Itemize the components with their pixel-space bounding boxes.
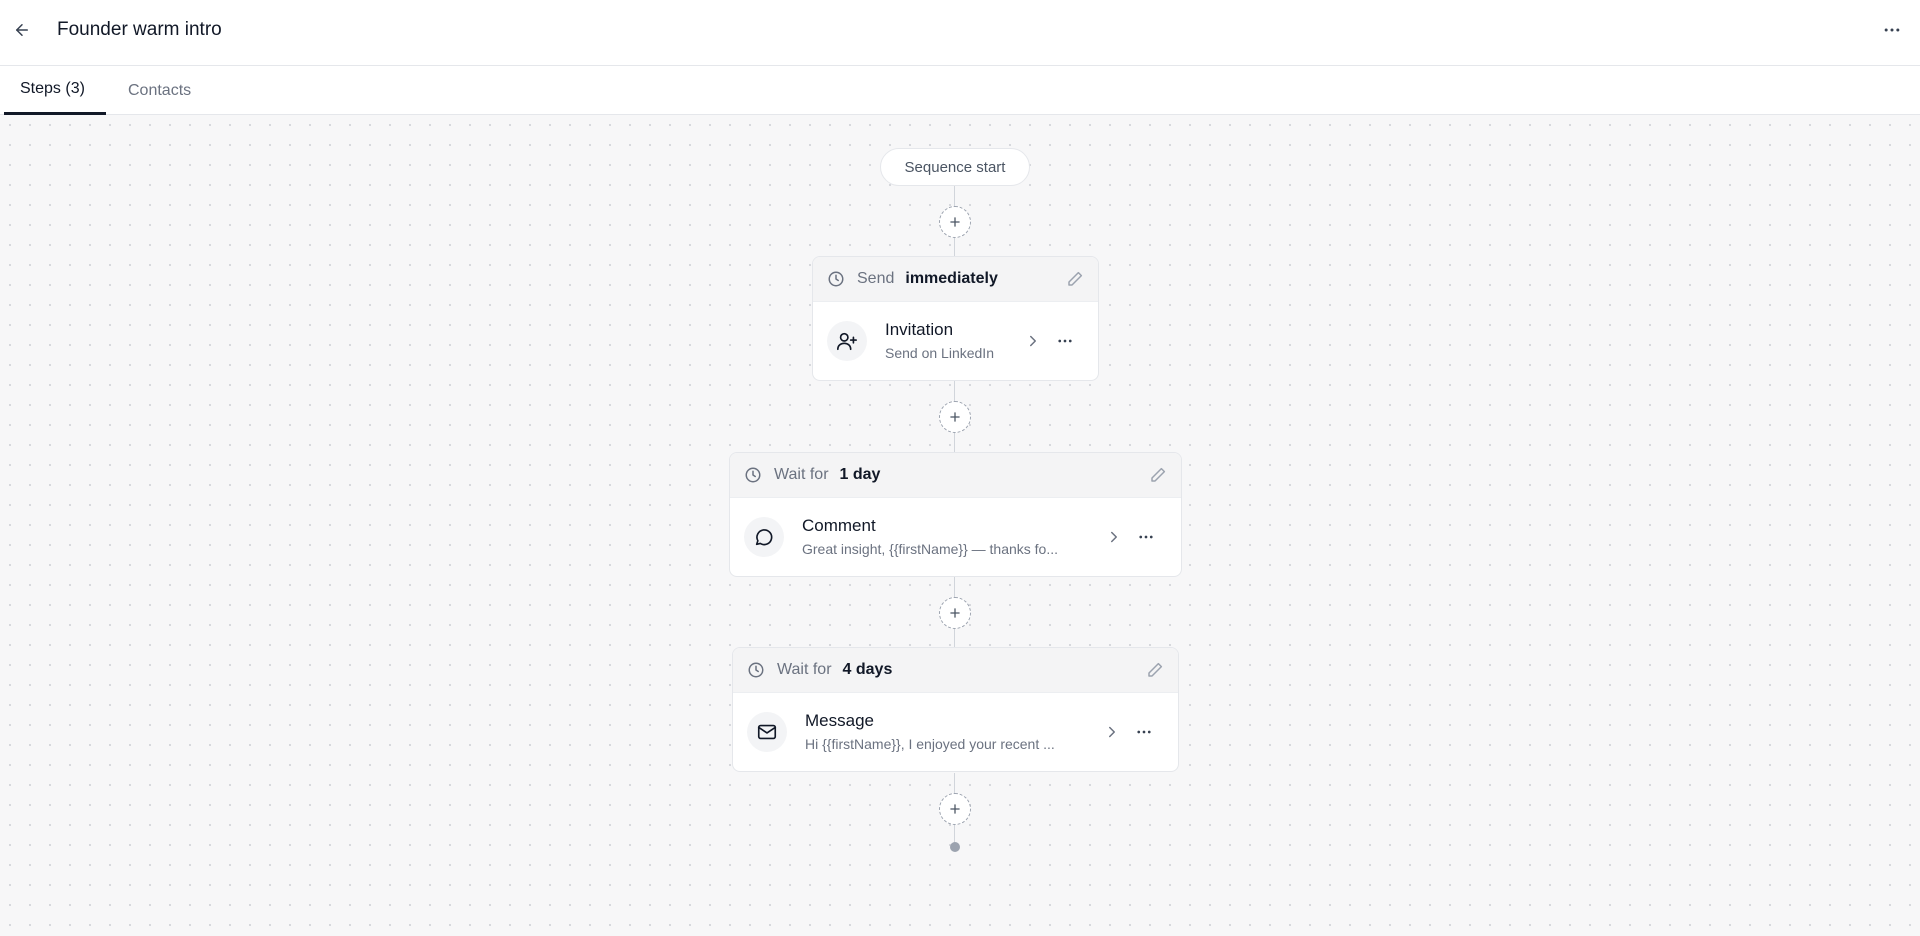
tab-contacts[interactable]: Contacts <box>112 66 207 115</box>
sequence-start-label: Sequence start <box>904 158 1006 176</box>
sequence-flow: Sequence start Send immediately Invitati… <box>0 115 1920 936</box>
pencil-icon <box>1151 467 1166 482</box>
timing-prefix: Send <box>857 270 895 287</box>
tab-contacts-label: Contacts <box>128 81 192 99</box>
back-button[interactable] <box>10 18 34 42</box>
more-horizontal-icon <box>1137 730 1151 734</box>
open-step-button[interactable] <box>1103 723 1121 741</box>
message-circle-icon <box>744 517 784 557</box>
step-card-invitation[interactable]: Send immediately Invitation Send on Link… <box>812 256 1099 381</box>
step-content: Invitation Send on LinkedIn <box>813 302 1098 380</box>
step-timing: Send immediately <box>813 257 1098 302</box>
step-timing: Wait for 1 day <box>730 453 1181 498</box>
timing-prefix: Wait for <box>777 661 832 678</box>
clock-icon <box>744 466 762 484</box>
chevron-right-icon <box>1109 726 1115 738</box>
more-horizontal-icon <box>1884 28 1900 32</box>
step-timing: Wait for 4 days <box>733 648 1178 693</box>
more-horizontal-icon <box>1139 535 1153 539</box>
sequence-start: Sequence start <box>880 148 1030 186</box>
plus-icon <box>950 217 960 227</box>
timing-value: 1 day <box>839 466 881 483</box>
chevron-right-icon <box>1111 531 1117 543</box>
mail-icon <box>747 712 787 752</box>
step-title: Message <box>805 711 874 730</box>
step-content: Comment Great insight, {{firstName}} — t… <box>730 498 1181 576</box>
user-plus-icon <box>827 321 867 361</box>
step-card-comment[interactable]: Wait for 1 day Comment Great insight, {{… <box>729 452 1182 577</box>
page-title: Founder warm intro <box>57 19 222 40</box>
add-step-button[interactable] <box>939 597 971 629</box>
more-horizontal-icon <box>1058 339 1072 343</box>
add-step-button[interactable] <box>939 793 971 825</box>
tab-bar: Steps (3) Contacts <box>0 66 1920 115</box>
step-subtitle: Send on LinkedIn <box>885 345 994 361</box>
plus-icon <box>950 412 960 422</box>
open-step-button[interactable] <box>1105 528 1123 546</box>
page-header: Founder warm intro <box>0 0 1920 66</box>
open-step-button[interactable] <box>1024 332 1042 350</box>
step-card-message[interactable]: Wait for 4 days Message Hi {{firstName}}… <box>732 647 1179 772</box>
step-more-button[interactable] <box>1135 527 1157 547</box>
edit-timing-button[interactable] <box>1149 466 1167 484</box>
chevron-right-icon <box>1030 335 1036 347</box>
step-title: Invitation <box>885 320 954 339</box>
step-title: Comment <box>802 516 876 535</box>
timing-value: 4 days <box>842 661 893 678</box>
arrow-left-icon <box>16 24 28 36</box>
tab-steps-label: Steps (3) <box>20 80 85 97</box>
step-subtitle: Hi {{firstName}}, I enjoyed your recent … <box>805 736 1055 752</box>
clock-icon <box>827 270 845 288</box>
step-more-button[interactable] <box>1054 331 1076 351</box>
timing-value: immediately <box>905 270 998 287</box>
add-step-button[interactable] <box>939 206 971 238</box>
step-more-button[interactable] <box>1133 722 1155 742</box>
tab-steps[interactable]: Steps (3) <box>4 66 106 115</box>
step-content: Message Hi {{firstName}}, I enjoyed your… <box>733 693 1178 771</box>
plus-icon <box>950 608 960 618</box>
edit-timing-button[interactable] <box>1066 270 1084 288</box>
plus-icon <box>950 804 960 814</box>
clock-icon <box>747 661 765 679</box>
sequence-end-dot <box>950 842 960 852</box>
edit-timing-button[interactable] <box>1146 661 1164 679</box>
pencil-icon <box>1148 662 1163 677</box>
timing-prefix: Wait for <box>774 466 829 483</box>
add-step-button[interactable] <box>939 401 971 433</box>
more-options-button[interactable] <box>1880 18 1904 42</box>
pencil-icon <box>1068 271 1083 286</box>
step-subtitle: Great insight, {{firstName}} — thanks fo… <box>802 541 1059 557</box>
